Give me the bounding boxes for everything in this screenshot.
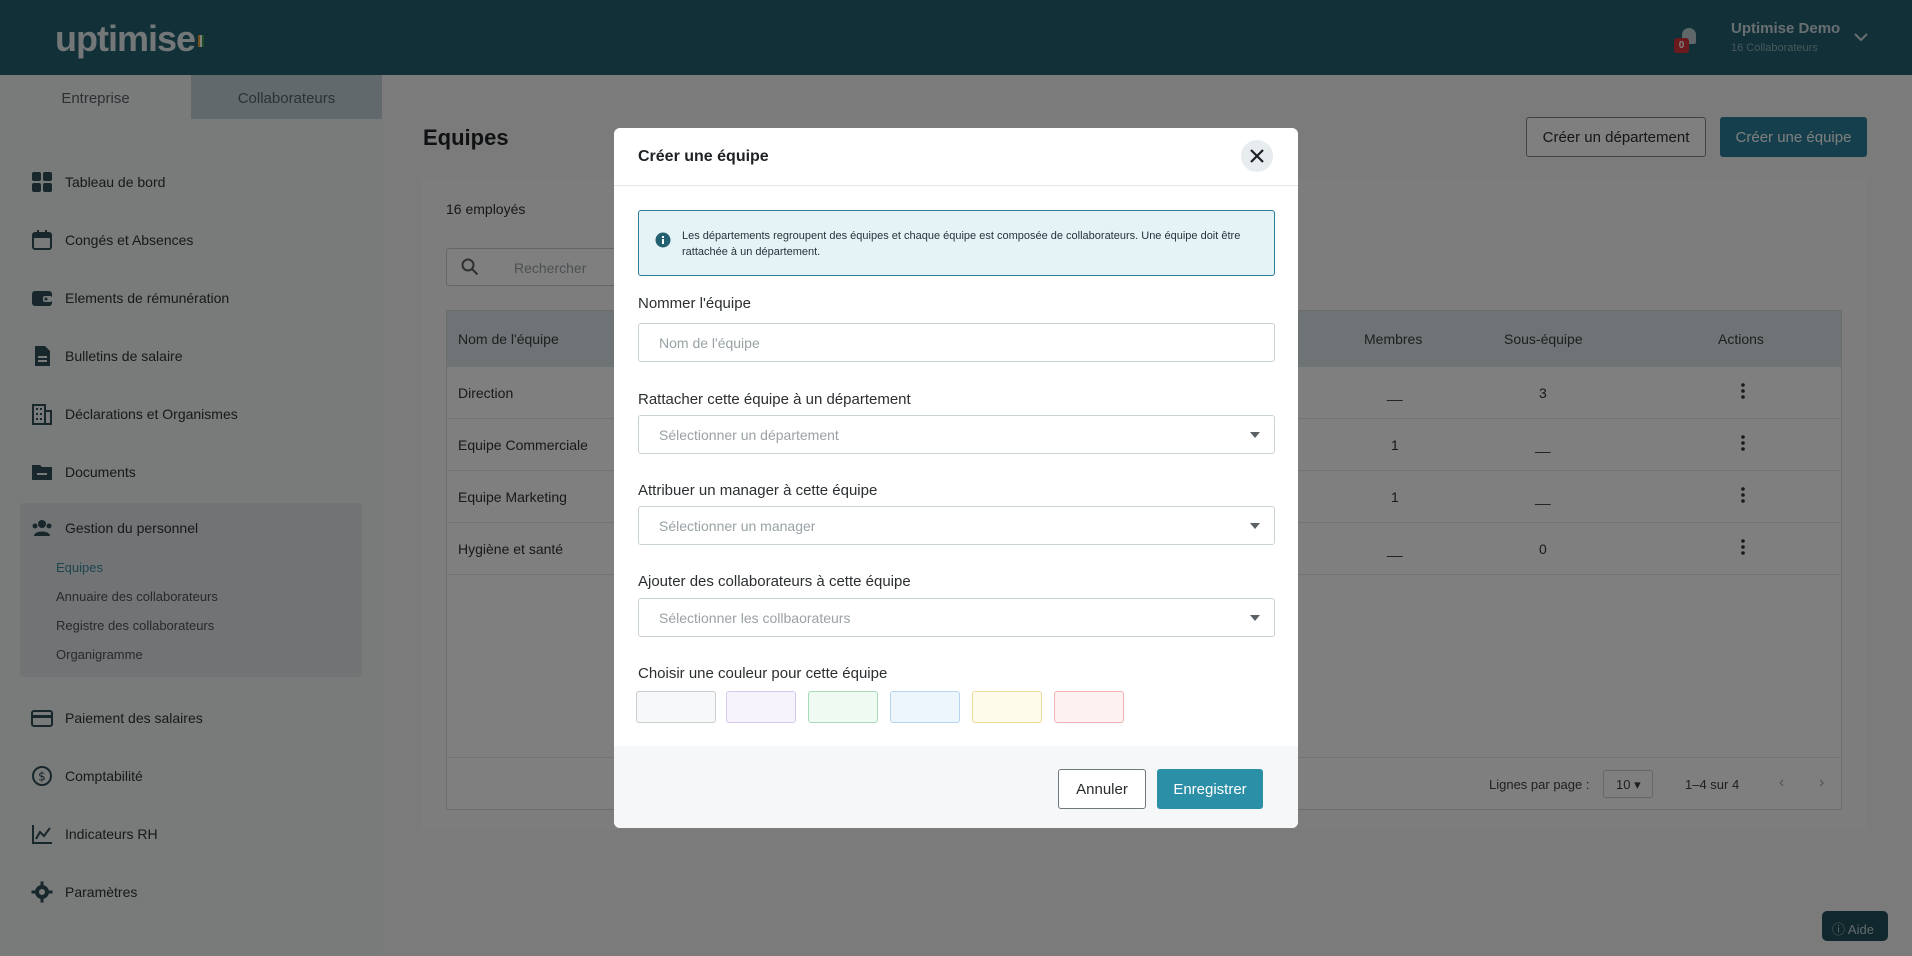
save-button[interactable]: Enregistrer	[1157, 769, 1263, 809]
color-swatch-5[interactable]	[972, 691, 1042, 723]
caret-down-icon	[1250, 432, 1260, 438]
team-name-label: Nommer l'équipe	[638, 295, 751, 312]
team-name-placeholder: Nom de l'équipe	[659, 335, 760, 351]
color-swatch-3[interactable]	[808, 691, 878, 723]
color-label: Choisir une couleur pour cette équipe	[638, 665, 888, 682]
collaborators-placeholder: Sélectionner les collbaorateurs	[659, 610, 851, 626]
team-name-input[interactable]: Nom de l'équipe	[638, 323, 1275, 362]
manager-placeholder: Sélectionner un manager	[659, 518, 816, 534]
dialog-footer: Annuler Enregistrer	[614, 746, 1298, 828]
department-label: Rattacher cette équipe à un département	[638, 391, 911, 408]
dialog-title: Créer une équipe	[638, 148, 769, 165]
color-swatch-1[interactable]	[636, 691, 716, 723]
collaborators-select[interactable]: Sélectionner les collbaorateurs	[638, 598, 1275, 637]
cancel-button[interactable]: Annuler	[1058, 769, 1146, 809]
close-icon	[1250, 149, 1264, 163]
color-swatch-4[interactable]	[890, 691, 960, 723]
department-placeholder: Sélectionner un département	[659, 427, 839, 443]
info-banner: Les départements regroupent des équipes …	[638, 210, 1275, 276]
close-button[interactable]	[1241, 140, 1273, 172]
caret-down-icon	[1250, 523, 1260, 529]
create-team-dialog: Créer une équipe Les départements regrou…	[614, 128, 1298, 828]
collaborators-label: Ajouter des collaborateurs à cette équip…	[638, 573, 911, 590]
dialog-header: Créer une équipe	[614, 128, 1298, 186]
manager-select[interactable]: Sélectionner un manager	[638, 506, 1275, 545]
department-select[interactable]: Sélectionner un département	[638, 415, 1275, 454]
color-swatch-6[interactable]	[1054, 691, 1124, 723]
color-swatch-2[interactable]	[726, 691, 796, 723]
info-text: Les départements regroupent des équipes …	[682, 230, 1241, 258]
manager-label: Attribuer un manager à cette équipe	[638, 482, 878, 499]
caret-down-icon	[1250, 615, 1260, 621]
info-icon	[655, 232, 671, 248]
